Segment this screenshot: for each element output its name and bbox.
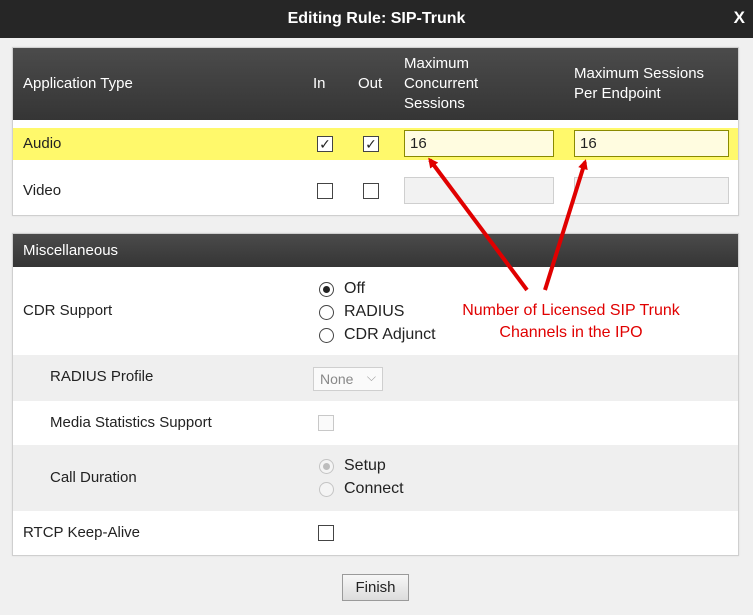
cdr-off-label: Off [344, 280, 366, 297]
table-row-audio: Audio ✓ ✓ 16 16 [13, 128, 738, 160]
media-stats-checkbox[interactable] [318, 415, 334, 431]
misc-header: Miscellaneous [13, 234, 738, 267]
video-in-checkbox[interactable] [317, 183, 333, 199]
header-in: In [313, 75, 326, 92]
check-icon: ✓ [365, 136, 377, 152]
rtcp-keepalive-checkbox[interactable] [318, 525, 334, 541]
audio-in-checkbox[interactable]: ✓ [317, 136, 333, 152]
finish-button[interactable]: Finish [342, 574, 409, 601]
cdr-adjunct-label: CDR Adjunct [344, 326, 436, 343]
title-bar: Editing Rule: SIP-Trunk X [0, 0, 753, 38]
header-application-type: Application Type [23, 75, 133, 92]
media-stats-row: Media Statistics Support [13, 401, 738, 445]
row-label-video: Video [23, 182, 62, 199]
call-duration-connect-label: Connect [344, 480, 404, 497]
cdr-adjunct-radio[interactable] [319, 328, 334, 343]
misc-title: Miscellaneous [23, 242, 119, 259]
header-out: Out [358, 75, 383, 92]
application-type-panel: Application Type In Out Maximum Concurre… [12, 47, 739, 216]
application-table-header: Application Type In Out Maximum Concurre… [13, 48, 738, 120]
rtcp-keepalive-row: RTCP Keep-Alive [13, 511, 738, 555]
radius-profile-value: None [320, 371, 354, 387]
row-label-audio: Audio [23, 135, 62, 152]
rtcp-keepalive-label: RTCP Keep-Alive [23, 524, 140, 541]
window-title: Editing Rule: SIP-Trunk [287, 10, 466, 27]
cdr-radius-radio[interactable] [319, 305, 334, 320]
cdr-off-radio[interactable] [319, 282, 334, 297]
video-out-checkbox[interactable] [363, 183, 379, 199]
audio-max-per-endpoint-input[interactable]: 16 [574, 130, 729, 157]
radius-profile-label: RADIUS Profile [50, 368, 154, 385]
cdr-support-label: CDR Support [23, 302, 113, 319]
audio-out-checkbox[interactable]: ✓ [363, 136, 379, 152]
header-max-concurrent: Maximum Concurrent Sessions [404, 55, 479, 112]
table-row-video: Video [13, 172, 738, 208]
radius-profile-row: RADIUS Profile None ⌵ [13, 355, 738, 401]
call-duration-row: Call Duration Setup Connect [13, 445, 738, 511]
close-icon[interactable]: X [734, 8, 745, 28]
media-stats-label: Media Statistics Support [50, 414, 212, 431]
miscellaneous-panel: Miscellaneous CDR Support Off RADIUS CDR… [12, 233, 739, 556]
radius-profile-select[interactable]: None ⌵ [313, 367, 383, 391]
header-max-per-endpoint: Maximum Sessions Per Endpoint [574, 65, 705, 102]
call-duration-setup-radio[interactable] [319, 459, 334, 474]
call-duration-connect-radio[interactable] [319, 482, 334, 497]
chevron-down-icon: ⌵ [366, 370, 376, 384]
video-max-concurrent-input[interactable] [404, 177, 554, 204]
cdr-radius-label: RADIUS [344, 303, 405, 320]
video-max-per-endpoint-input[interactable] [574, 177, 729, 204]
call-duration-label: Call Duration [50, 469, 137, 486]
call-duration-setup-label: Setup [344, 457, 386, 474]
check-icon: ✓ [319, 136, 331, 152]
audio-max-concurrent-input[interactable]: 16 [404, 130, 554, 157]
annotation-text: Number of Licensed SIP Trunk Channels in… [462, 302, 680, 341]
